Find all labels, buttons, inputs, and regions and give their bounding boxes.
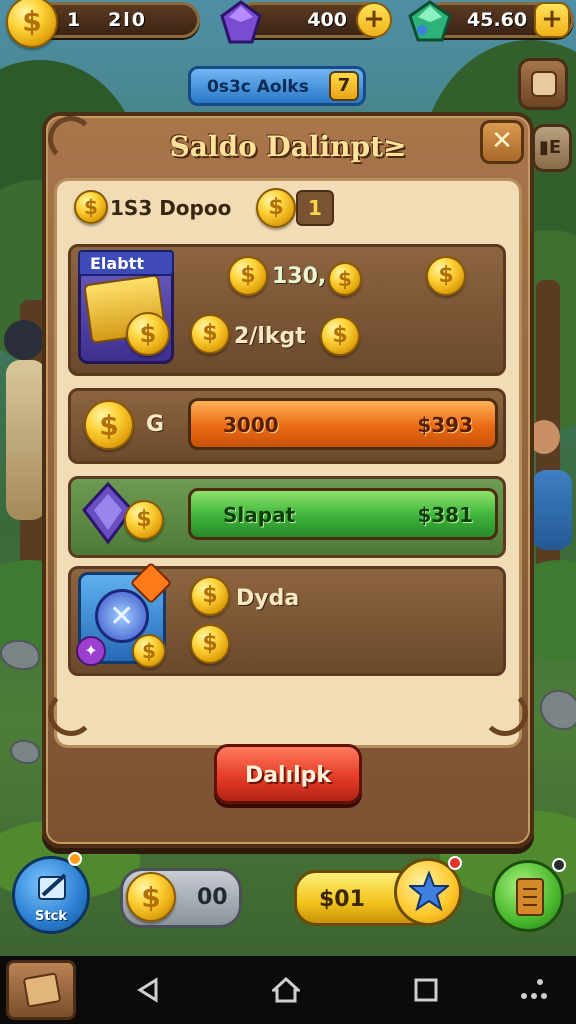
quest-button-label: Stck [35, 909, 67, 924]
close-button[interactable]: ✕ [480, 120, 524, 164]
back-icon[interactable] [134, 976, 162, 1004]
quest-button[interactable]: Stck [12, 856, 90, 934]
event-tag-label: 0s3c Aolks [207, 77, 309, 97]
coin-icon [126, 872, 176, 922]
reward-sub-label: 2/lkgt [234, 324, 306, 349]
gem-count: 400 [307, 9, 347, 31]
npc-head [4, 320, 44, 360]
coin-icon [328, 262, 362, 296]
notification-badge [448, 856, 462, 870]
deposit-bar-button[interactable]: 3000 $393 [188, 398, 498, 450]
notification-badge [552, 858, 566, 872]
side-menu-button[interactable]: ▮E [532, 124, 572, 172]
npc-character [532, 470, 572, 550]
book-icon [516, 878, 544, 916]
journal-button[interactable] [492, 860, 564, 932]
balance-count: 1 [296, 190, 334, 226]
item-badge-label: Elabtt [90, 254, 144, 273]
coin-icon [228, 256, 268, 296]
shop-price-label: $01 [319, 887, 365, 912]
bar-right-value: $381 [417, 503, 473, 527]
panel-title: Saldo Dalinpt≥ [169, 130, 407, 163]
event-tag-button[interactable]: 0s3c Aolks 7 [188, 66, 366, 106]
confirm-button-label: Dalılpk [244, 763, 332, 788]
bag-icon [531, 71, 557, 97]
green-gem-icon [408, 0, 452, 42]
pencil-icon [38, 873, 67, 900]
add-emeralds-button[interactable]: + [534, 2, 570, 38]
deposit-row-label: G [146, 412, 165, 437]
bar-left-value: Slapat [223, 503, 296, 527]
crate-icon [22, 972, 62, 1008]
system-navigation-bar [0, 956, 576, 1024]
ornament-corner [48, 116, 94, 162]
coin-icon [256, 188, 296, 228]
balance-label: 1S3 Dopoo [110, 196, 232, 220]
reward-amount: 130, [272, 264, 327, 289]
rock [10, 740, 40, 764]
coin-icon [126, 312, 170, 356]
add-gems-button[interactable]: + [356, 2, 392, 38]
ornament-corner [48, 690, 94, 736]
confirm-button[interactable]: Dalılpk [214, 744, 362, 804]
coin-icon [84, 400, 134, 450]
bonus-row-label: Dyda [236, 586, 300, 611]
coin-icon [132, 634, 166, 668]
purple-gem-icon [220, 0, 262, 44]
emerald-count: 45.60 [467, 9, 528, 31]
cross-icon: ✕ [109, 599, 135, 634]
notification-badge [68, 852, 82, 866]
star-icon [409, 871, 449, 911]
close-icon: ✕ [491, 126, 513, 156]
item-banner: Elabtt [78, 250, 174, 276]
coin-icon [426, 256, 466, 296]
coin-icon [320, 316, 360, 356]
inventory-button[interactable] [518, 58, 568, 110]
coin-icon [124, 500, 164, 540]
npc-character [6, 360, 46, 520]
ornament-corner [482, 690, 528, 736]
recents-icon[interactable] [412, 976, 440, 1004]
coin-count: 1 2l0 [67, 9, 148, 31]
panel-header: Saldo Dalinpt≥ [52, 118, 524, 176]
coin-icon [74, 190, 108, 224]
build-menu-button[interactable] [6, 960, 76, 1020]
menu-icon: ▮E [539, 137, 562, 158]
coin-icon [190, 576, 230, 616]
rock [0, 640, 40, 670]
sparkle-badge-icon: ✦ [76, 636, 106, 666]
claim-bar-button[interactable]: Slapat $381 [188, 488, 498, 540]
coin-icon [190, 314, 230, 354]
bar-right-value: $393 [417, 413, 473, 437]
home-icon[interactable] [272, 976, 300, 1004]
accessibility-icon[interactable] [516, 976, 552, 1004]
event-tag-count: 7 [329, 71, 359, 101]
bar-left-value: 3000 [223, 413, 279, 437]
coin-balance-value: 00 [197, 885, 228, 910]
rock [540, 690, 576, 730]
coin-icon [190, 624, 230, 664]
